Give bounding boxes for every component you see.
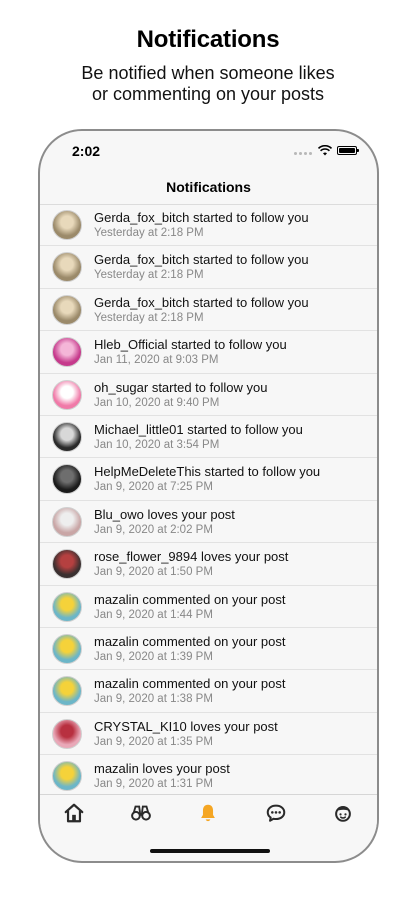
notification-text-group: Gerda_fox_bitch started to follow you Yes… — [94, 210, 371, 240]
phone-frame: 2:02 Notifications Gerda_fox_bitch start… — [38, 129, 379, 863]
notification-row[interactable]: mazalin commented on your post Jan 9, 202… — [40, 670, 377, 713]
notification-message: CRYSTAL_KI10 loves your post — [94, 718, 278, 734]
notification-message: oh_sugar started to follow you — [94, 379, 268, 395]
user-avatar[interactable] — [52, 294, 82, 325]
notification-timestamp: Jan 11, 2020 at 9:03 PM — [94, 354, 219, 367]
notification-message: HelpMeDeleteThis started to follow you — [94, 464, 321, 480]
notification-row[interactable]: Gerda_fox_bitch started to follow you Yes… — [40, 289, 377, 332]
status-bar: 2:02 — [40, 131, 377, 171]
profile-face-icon — [335, 806, 351, 822]
notification-row[interactable]: oh_sugar started to follow you Jan 10, 20… — [40, 374, 377, 416]
notification-row[interactable]: mazalin loves your post Jan 9, 2020 at 1:… — [40, 755, 377, 794]
signal-dots-icon — [294, 152, 312, 155]
notification-text-group: Blu_owo loves your post Jan 9, 2020 at 2:… — [94, 507, 371, 537]
notification-message: Gerda_fox_bitch started to follow you — [94, 252, 309, 268]
notification-text-group: CRYSTAL_KI10 loves your post Jan 9, 2020 … — [94, 719, 371, 749]
home-icon — [64, 803, 84, 823]
status-time: 2:02 — [72, 143, 101, 159]
notification-timestamp: Jan 9, 2020 at 1:50 PM — [94, 566, 213, 579]
notification-message: Blu_owo loves your post — [94, 506, 235, 522]
user-avatar[interactable] — [52, 421, 82, 452]
notification-text-group: Gerda_fox_bitch started to follow you Yes… — [94, 295, 371, 325]
notification-message: Hleb_Official started to follow you — [94, 337, 287, 353]
notification-row[interactable]: mazalin commented on your post Jan 9, 202… — [40, 628, 377, 671]
notification-row[interactable]: Blu_owo loves your post Jan 9, 2020 at 2:… — [40, 501, 377, 544]
notification-text-group: oh_sugar started to follow you Jan 10, 20… — [94, 380, 371, 410]
notification-text-group: mazalin commented on your post Jan 9, 202… — [94, 592, 371, 622]
notification-message: mazalin commented on your post — [94, 633, 286, 649]
tab-chat-bubble[interactable] — [264, 802, 288, 824]
notification-message: Gerda_fox_bitch started to follow you — [94, 210, 309, 225]
user-avatar[interactable] — [52, 761, 82, 792]
notification-row[interactable]: CRYSTAL_KI10 loves your post Jan 9, 2020 … — [40, 713, 377, 756]
tab-home[interactable] — [62, 802, 86, 824]
user-avatar[interactable] — [52, 633, 82, 664]
notification-text-group: mazalin commented on your post Jan 9, 202… — [94, 676, 371, 706]
user-avatar[interactable] — [52, 506, 82, 537]
user-avatar[interactable] — [52, 210, 82, 240]
notification-row[interactable]: Hleb_Official started to follow you Jan 1… — [40, 331, 377, 374]
notification-timestamp: Jan 9, 2020 at 1:31 PM — [94, 778, 213, 791]
bell-icon — [201, 804, 215, 822]
notification-text-group: Hleb_Official started to follow you Jan 1… — [94, 337, 371, 367]
notification-timestamp: Jan 9, 2020 at 1:44 PM — [94, 608, 213, 621]
notification-timestamp: Yesterday at 2:18 PM — [94, 269, 204, 282]
user-avatar[interactable] — [52, 464, 82, 495]
notification-text-group: rose_flower_9894 loves your post Jan 9, 2… — [94, 549, 371, 579]
notification-message: rose_flower_9894 loves your post — [94, 549, 289, 565]
promo-title: Notifications — [136, 26, 280, 53]
notification-timestamp: Jan 10, 2020 at 3:54 PM — [94, 438, 220, 451]
notification-timestamp: Yesterday at 2:18 PM — [94, 227, 204, 239]
notification-timestamp: Jan 9, 2020 at 7:25 PM — [94, 481, 213, 494]
promo-subtitle: Be notified when someone likes or commen… — [0, 63, 416, 105]
notification-timestamp: Yesterday at 2:18 PM — [94, 311, 204, 324]
notification-text-group: Michael_little01 started to follow you Ja… — [94, 422, 371, 452]
user-avatar[interactable] — [52, 718, 82, 749]
tab-binoculars[interactable] — [129, 802, 153, 824]
binoculars-icon — [131, 805, 151, 821]
user-avatar[interactable] — [52, 252, 82, 283]
notification-timestamp: Jan 9, 2020 at 1:35 PM — [94, 735, 213, 748]
notification-timestamp: Jan 9, 2020 at 1:39 PM — [94, 650, 213, 663]
user-avatar[interactable] — [52, 549, 82, 580]
notification-message: mazalin commented on your post — [94, 591, 286, 607]
notification-row[interactable]: Gerda_fox_bitch started to follow you Yes… — [40, 246, 377, 289]
wifi-icon — [318, 145, 332, 156]
notification-text-group: mazalin loves your post Jan 9, 2020 at 1:… — [94, 761, 371, 791]
notification-row[interactable]: rose_flower_9894 loves your post Jan 9, 2… — [40, 543, 377, 586]
promo-subtitle-line: Be notified when someone likes — [81, 63, 335, 83]
tab-profile-face[interactable] — [331, 802, 355, 824]
notification-row[interactable]: Michael_little01 started to follow you Ja… — [40, 416, 377, 459]
nav-title: Notifications — [166, 179, 251, 195]
tab-bell[interactable] — [196, 802, 220, 824]
notification-text-group: mazalin commented on your post Jan 9, 202… — [94, 634, 371, 664]
notification-message: mazalin commented on your post — [94, 676, 286, 692]
tab-bar — [40, 794, 377, 834]
notification-message: Gerda_fox_bitch started to follow you — [94, 294, 309, 310]
notification-message: Michael_little01 started to follow you — [94, 421, 303, 437]
notification-timestamp: Jan 10, 2020 at 9:40 PM — [94, 396, 220, 409]
notification-list[interactable]: Gerda_fox_bitch started to follow you Yes… — [40, 204, 377, 794]
user-avatar[interactable] — [52, 379, 82, 410]
notification-row[interactable]: HelpMeDeleteThis started to follow you Ja… — [40, 458, 377, 501]
user-avatar[interactable] — [52, 337, 82, 368]
notification-text-group: Gerda_fox_bitch started to follow you Yes… — [94, 252, 371, 282]
notification-message: mazalin loves your post — [94, 761, 230, 777]
notification-row[interactable]: Gerda_fox_bitch started to follow you Yes… — [40, 204, 377, 247]
notification-row[interactable]: mazalin commented on your post Jan 9, 202… — [40, 586, 377, 628]
promo-subtitle-line: or commenting on your posts — [91, 84, 325, 104]
home-indicator[interactable] — [150, 849, 270, 853]
battery-icon — [337, 146, 359, 155]
notification-timestamp: Jan 9, 2020 at 1:38 PM — [94, 693, 213, 706]
user-avatar[interactable] — [52, 591, 82, 622]
notification-text-group: HelpMeDeleteThis started to follow you Ja… — [94, 464, 371, 494]
notification-timestamp: Jan 9, 2020 at 2:02 PM — [94, 523, 213, 536]
chat-bubble-icon — [266, 804, 286, 822]
user-avatar[interactable] — [52, 676, 82, 707]
